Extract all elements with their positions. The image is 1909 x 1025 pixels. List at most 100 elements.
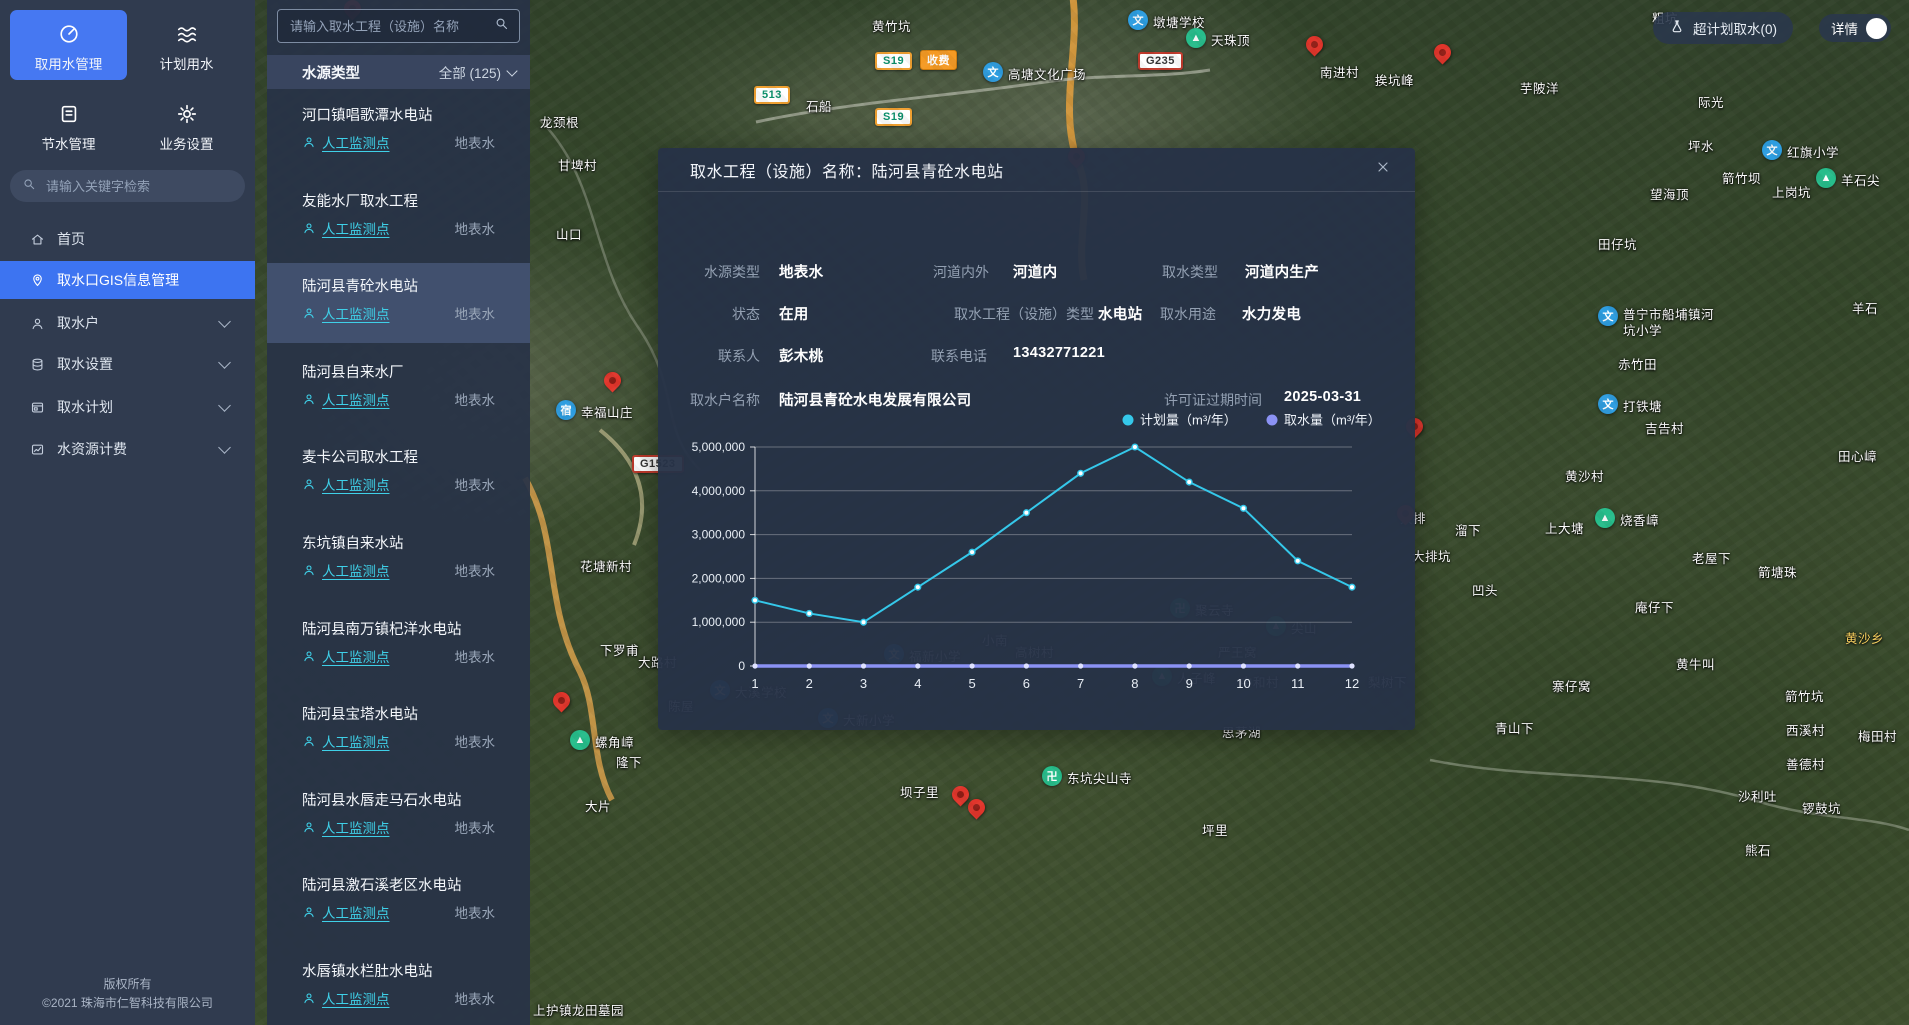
poi-label: 螺角嶂 [595,732,634,751]
svg-text:2: 2 [806,676,813,691]
person-icon [302,306,316,320]
school-icon: 文 [1598,394,1618,414]
monitor-link[interactable]: 人工监测点 [302,389,390,409]
map-place-label: 凹头 [1472,580,1498,599]
poi-label: 幸福山庄 [581,402,633,421]
monitor-link[interactable]: 人工监测点 [302,303,390,323]
sidebar-item-2[interactable]: 取水口GIS信息管理 [0,261,255,299]
svg-text:4: 4 [914,676,921,691]
station-list-item[interactable]: 陆河县激石溪老区水电站人工监测点地表水 [267,862,530,942]
monitor-link[interactable]: 人工监测点 [302,731,390,751]
map-place-label: 锣鼓坑 [1802,798,1841,817]
red-pin-marker[interactable] [549,688,573,712]
road-badge: 收费 [920,50,957,70]
school-icon: 宿 [556,400,576,420]
map-poi-marker[interactable]: ▲烧香嶂 [1595,508,1659,529]
monitor-link[interactable]: 人工监测点 [302,132,390,152]
red-pin-marker[interactable] [600,368,624,392]
monitor-link[interactable]: 人工监测点 [302,560,390,580]
sidebar-search[interactable] [10,170,245,202]
module-1[interactable]: 取用水管理 [10,10,127,80]
map-place-label: 际光 [1698,92,1724,111]
svg-text:0: 0 [738,659,745,673]
station-list-item[interactable]: 河口镇唱歌潭水电站人工监测点 地表水 [267,92,530,172]
map-place-label: 上大塘 [1545,518,1584,537]
map-place-label: 花塘新村 [580,556,632,575]
map-poi-marker[interactable]: ▲羊石尖 [1816,168,1880,189]
map-poi-marker[interactable]: ▲螺角嶂 [570,730,634,751]
person-icon [302,649,316,663]
sidebar-item-3[interactable]: 取水户 [0,304,255,342]
gear-icon [176,103,198,125]
map-place-label: 田心嶂 [1838,446,1877,465]
module-2[interactable]: 计划用水 [128,10,245,73]
sidebar-item-5[interactable]: 取水计划 [0,388,255,426]
station-list-item[interactable]: 陆河县青砼水电站人工监测点地表水 [267,263,530,343]
monitor-link[interactable]: 人工监测点 [302,646,390,666]
sidebar-item-6[interactable]: 水资源计费 [0,430,255,468]
filter-dropdown[interactable]: 全部 (125) [439,62,516,82]
monitor-link[interactable]: 人工监测点 [302,474,390,494]
station-list-item[interactable]: 陆河县宝塔水电站人工监测点地表水 [267,691,530,771]
toggle-knob[interactable] [1866,18,1887,39]
station-list-item[interactable]: 友能水厂取水工程人工监测点地表水 [267,178,530,258]
station-search-input[interactable] [288,18,486,35]
map-place-label: 挨坑峰 [1375,70,1414,89]
plan-icon [30,400,45,415]
station-list-item[interactable]: 麦卡公司取水工程人工监测点地表水 [267,434,530,514]
monitor-link[interactable]: 人工监测点 [302,817,390,837]
red-pin-marker[interactable] [1302,32,1326,56]
sidebar-search-input[interactable] [44,178,233,195]
red-pin-marker[interactable] [948,782,972,806]
close-icon[interactable] [1375,159,1397,181]
module-4[interactable]: 业务设置 [128,90,245,153]
map-poi-marker[interactable]: 文墩塘学校 [1128,10,1205,31]
station-list-item[interactable]: 陆河县南万镇杞洋水电站人工监测点地表水 [267,606,530,686]
station-list-item[interactable]: 水唇镇水栏肚水电站人工监测点地表水 [267,948,530,1025]
red-pin-marker[interactable] [964,795,988,819]
modal-titlebar: 取水工程（设施）名称：陆河县青砼水电站 [658,148,1415,192]
field-label: 河道内外 [838,262,989,282]
svg-text:取水量（m³/年）: 取水量（m³/年） [1284,413,1381,428]
map-place-label: 箭竹坑 [1785,686,1824,705]
monitor-link[interactable]: 人工监测点 [302,218,390,238]
search-icon [22,177,36,196]
station-search[interactable] [277,9,520,43]
station-list-item[interactable]: 陆河县自来水厂人工监测点地表水 [267,349,530,429]
map-poi-marker[interactable]: 文红旗小学 [1762,140,1839,161]
station-meta: 人工监测点地表水 [302,560,495,580]
map-poi-marker[interactable]: 文打铁塘 [1598,394,1662,415]
sidebar-item-4[interactable]: 取水设置 [0,345,255,383]
monitor-label: 人工监测点 [322,817,390,837]
map-place-label: 溜下 [1455,520,1481,539]
water-source-label: 地表水 [455,474,496,494]
station-list-item[interactable]: 陆河县水唇走马石水电站人工监测点地表水 [267,777,530,857]
monitor-link[interactable]: 人工监测点 [302,902,390,922]
water-source-label: 地表水 [455,132,496,152]
map-poi-marker[interactable]: 宿幸福山庄 [556,400,633,421]
map-poi-marker[interactable]: ▲天珠顶 [1186,28,1250,49]
map-place-label: 西溪村 [1786,720,1825,739]
map-poi-marker[interactable]: 卍东坑尖山寺 [1042,766,1132,787]
svg-text:3: 3 [860,676,867,691]
sidebar-item-1[interactable]: 首页 [0,220,255,258]
map-place-label: 老屋下 [1692,548,1731,567]
module-3[interactable]: 节水管理 [10,90,127,153]
field-label: 状态 [668,304,760,324]
map-place-label: 大排坑 [1412,546,1451,565]
map-poi-marker[interactable]: 文高塘文化广场 [983,62,1086,83]
monitor-link[interactable]: 人工监测点 [302,988,390,1008]
detail-toggle[interactable]: 详情 [1819,14,1891,42]
over-plan-withdrawal-button[interactable]: 超计划取水(0) [1653,12,1793,44]
chevron-down-icon [218,399,231,412]
detail-toggle-label: 详情 [1831,18,1858,38]
map-place-label: 坪水 [1688,136,1714,155]
map-poi-marker[interactable]: 文普宁市船埔镇河坑小学 [1598,306,1723,339]
station-list-item[interactable]: 东坑镇自来水站人工监测点地表水 [267,520,530,600]
modal-title: 取水工程（设施）名称：陆河县青砼水电站 [690,158,1004,182]
station-name: 河口镇唱歌潭水电站 [302,104,433,125]
red-pin-marker[interactable] [1430,40,1454,64]
chevron-down-icon [218,356,231,369]
svg-text:计划量（m³/年）: 计划量（m³/年） [1140,413,1237,428]
over-plan-label: 超计划取水(0) [1693,18,1777,38]
